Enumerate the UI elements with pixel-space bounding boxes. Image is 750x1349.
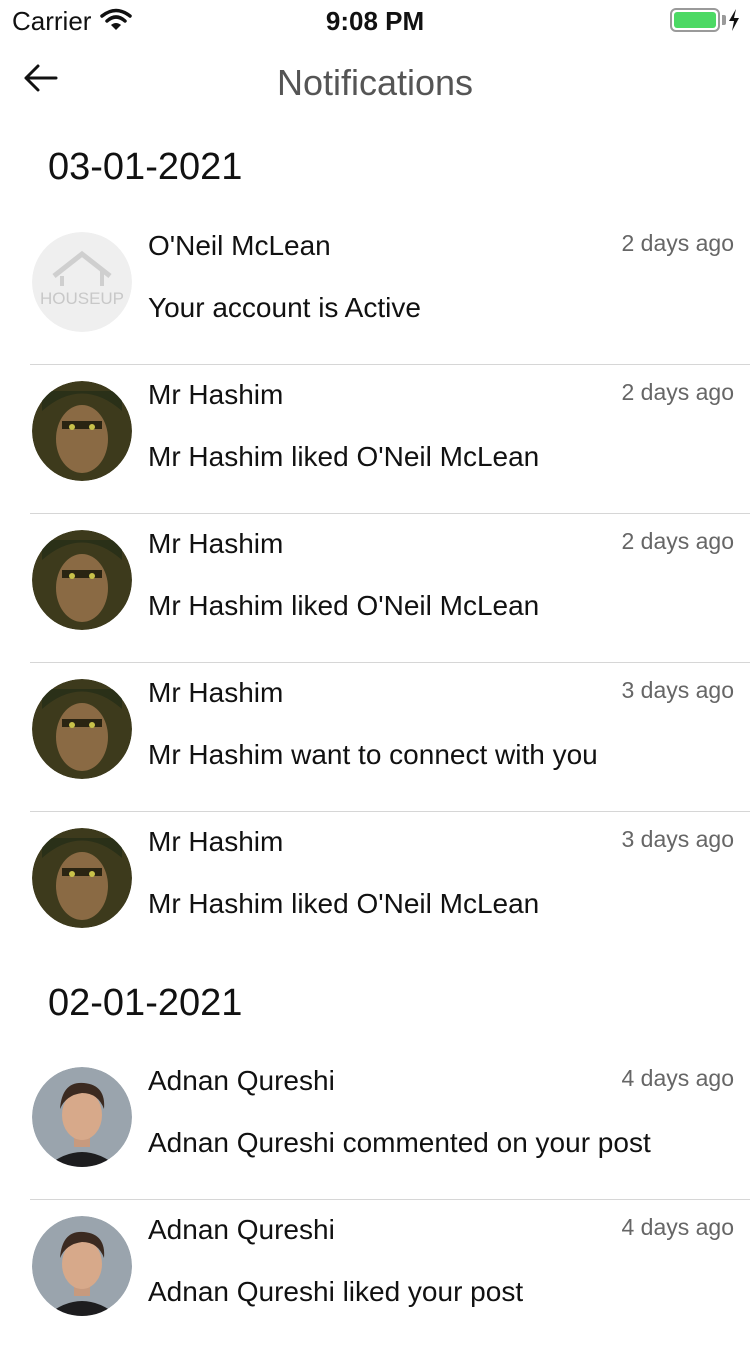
notification-message: Mr Hashim want to connect with you (148, 739, 598, 770)
notification-row[interactable]: HOUSEUP O'Neil McLean Your account is Ac… (30, 216, 750, 365)
user-photo-hashim (32, 679, 132, 779)
user-photo-hashim (32, 381, 132, 481)
user-photo-hashim (32, 828, 132, 928)
notification-row[interactable]: Mr Hashim Mr Hashim liked O'Neil McLean … (30, 812, 750, 961)
notification-time: 2 days ago (621, 528, 734, 554)
notification-time: 2 days ago (621, 230, 734, 256)
status-bar: Carrier 9:08 PM (0, 0, 750, 40)
notification-sender: Mr Hashim (148, 379, 284, 410)
avatar (32, 679, 132, 779)
avatar (32, 530, 132, 630)
notification-row[interactable]: Mr Hashim Mr Hashim liked O'Neil McLean … (30, 365, 750, 514)
user-photo-adnan (32, 1067, 132, 1167)
notification-time: 4 days ago (621, 1214, 734, 1240)
notification-message: Your account is Active (148, 292, 421, 323)
notification-message: Mr Hashim liked O'Neil McLean (148, 590, 540, 621)
notification-row[interactable]: Adnan Qureshi Adnan Qureshi liked your p… (30, 1200, 750, 1349)
battery-level-fill (674, 12, 716, 28)
avatar (32, 1216, 132, 1316)
page-title: Notifications (276, 62, 474, 103)
notification-sender: Mr Hashim (148, 677, 284, 708)
avatar (32, 828, 132, 928)
notification-sender: O'Neil McLean (148, 230, 331, 261)
notification-time: 3 days ago (621, 677, 734, 703)
houseup-logo-text: HOUSEUP (40, 289, 124, 308)
user-photo-adnan (32, 1216, 132, 1316)
notification-message: Mr Hashim liked O'Neil McLean (148, 441, 540, 472)
battery-icon (670, 8, 720, 32)
avatar: HOUSEUP (32, 232, 132, 332)
battery-cap (722, 15, 726, 25)
section-date-header: 03-01-2021 (48, 146, 243, 188)
avatar (32, 381, 132, 481)
charging-bolt-icon (727, 8, 741, 37)
notification-time: 2 days ago (621, 379, 734, 405)
notification-message: Mr Hashim liked O'Neil McLean (148, 888, 540, 919)
user-photo-hashim (32, 530, 132, 630)
avatar (32, 1067, 132, 1167)
notification-row[interactable]: Mr Hashim Mr Hashim want to connect with… (30, 663, 750, 812)
notification-sender: Adnan Qureshi (148, 1065, 335, 1096)
status-time: 9:08 PM (325, 6, 425, 36)
notification-sender: Mr Hashim (148, 528, 284, 559)
nav-bar: Notifications (0, 40, 750, 130)
notification-row[interactable]: Adnan Qureshi Adnan Qureshi commented on… (30, 1051, 750, 1200)
notification-row[interactable]: Mr Hashim Mr Hashim liked O'Neil McLean … (30, 514, 750, 663)
notification-message: Adnan Qureshi commented on your post (148, 1127, 651, 1158)
section-date-header: 02-01-2021 (48, 982, 243, 1024)
notification-sender: Adnan Qureshi (148, 1214, 335, 1245)
notification-message: Adnan Qureshi liked your post (148, 1276, 524, 1307)
notification-time: 3 days ago (621, 826, 734, 852)
notification-time: 4 days ago (621, 1065, 734, 1091)
houseup-logo-icon: HOUSEUP (32, 232, 132, 332)
notification-sender: Mr Hashim (148, 826, 284, 857)
